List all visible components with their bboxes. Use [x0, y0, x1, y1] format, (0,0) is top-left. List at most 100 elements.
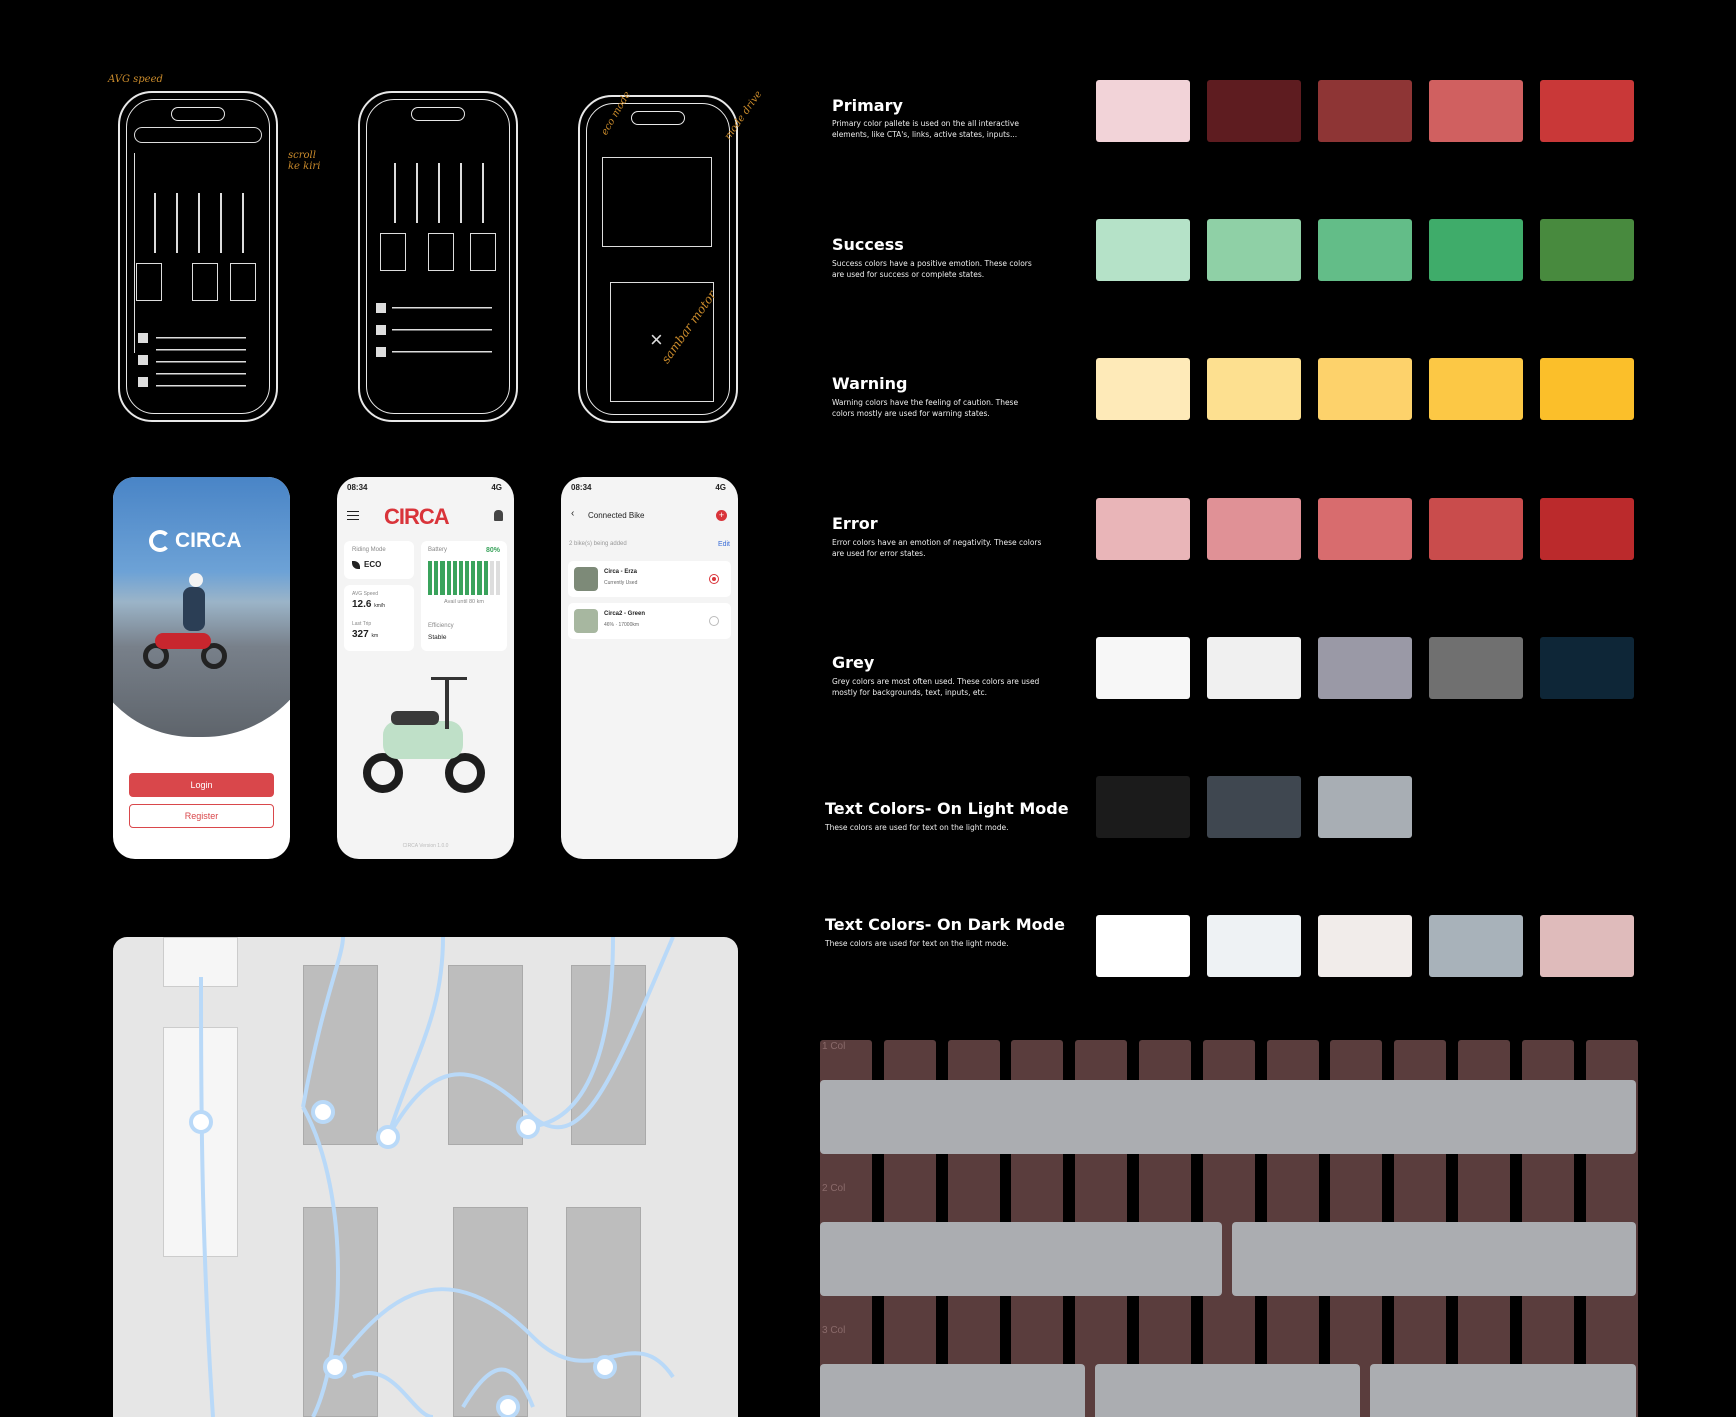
palette-desc: Primary color pallete is used on the all… [832, 119, 1019, 139]
color-swatch [1429, 915, 1523, 977]
sketch-phone-1 [118, 91, 278, 422]
status-time: 08:34 [347, 483, 368, 492]
hero-photo [113, 477, 290, 737]
edit-link[interactable]: Edit [718, 541, 730, 548]
palette-desc: Warning colors have the feeling of cauti… [832, 398, 1019, 418]
sketch-phone-2 [358, 91, 518, 422]
sketch-phone-3: × [578, 95, 738, 423]
battery-bar [483, 561, 488, 595]
color-swatch [1540, 80, 1634, 142]
efficiency-value: Stable [428, 634, 447, 641]
bike-list-item[interactable]: Circa2 - Green 46% · 17000km [568, 603, 731, 639]
battery-bar [477, 561, 482, 595]
riding-mode-card[interactable]: Riding Mode ECO [344, 541, 414, 579]
login-button[interactable]: Login [129, 773, 274, 797]
battery-bar [489, 561, 494, 595]
color-swatch [1318, 80, 1412, 142]
user-flow-canvas [113, 937, 738, 1417]
color-swatch [1207, 915, 1301, 977]
color-swatch [1318, 219, 1412, 281]
battery-avail: Avail until 80 km [444, 599, 484, 605]
color-swatch [1207, 80, 1301, 142]
color-swatch [1429, 637, 1523, 699]
add-bike-button[interactable]: + [716, 510, 727, 521]
battery-bar [440, 561, 445, 595]
palette-title: Text Colors- On Light Mode [825, 799, 1069, 818]
efficiency-label: Efficiency [428, 623, 454, 629]
color-swatch [1318, 358, 1412, 420]
battery-bar [428, 561, 433, 595]
sketch-note-scroll: scroll ke kiri [288, 150, 321, 172]
color-swatch [1096, 358, 1190, 420]
bike-count: 2 bike(s) being added [569, 541, 627, 547]
radio-selected[interactable] [709, 574, 719, 584]
grid-label-3-col: 3 Col [822, 1325, 846, 1336]
status-bar: 08:34 4G [347, 483, 502, 492]
bike-thumbnail [574, 567, 598, 591]
avg-speed-label: AVG Speed [352, 591, 379, 597]
last-trip-label: Last Trip [352, 621, 372, 627]
bike-sub: Currently Used [604, 580, 638, 586]
stats-card: AVG Speed 12.6 km/h Last Trip 327 km [344, 585, 414, 651]
notification-icon[interactable] [494, 510, 503, 521]
version-text: CIRCA Version 1.0.0 [402, 843, 449, 849]
color-swatch [1207, 358, 1301, 420]
color-swatch [1207, 776, 1301, 838]
color-swatch [1540, 915, 1634, 977]
color-swatch [1540, 498, 1634, 560]
color-swatch [1096, 80, 1190, 142]
riding-mode-label: Riding Mode [352, 547, 386, 553]
color-swatch [1096, 498, 1190, 560]
color-swatch [1207, 219, 1301, 281]
battery-bar [465, 561, 470, 595]
battery-label: Battery [428, 547, 448, 553]
grid-label-1-col: 1 Col [822, 1041, 846, 1052]
grid-block-3-col [820, 1364, 1085, 1417]
flow-connectors [189, 937, 675, 1417]
color-swatch [1318, 776, 1412, 838]
bike-name: Circa2 - Green [604, 611, 646, 617]
back-icon[interactable]: ‹ [571, 508, 574, 519]
palette-desc: These colors are used for text on the li… [825, 823, 1009, 832]
palette-title: Error [832, 514, 878, 533]
grid-block-1-col [820, 1080, 1636, 1154]
grid-block-3-col [1095, 1364, 1360, 1417]
palette-title: Grey [832, 653, 875, 672]
leaf-icon [352, 561, 360, 569]
menu-icon[interactable] [347, 511, 359, 520]
battery-card: Battery 80% Avail until 80 km Efficiency… [421, 541, 507, 651]
avg-speed-value: 12.6 km/h [352, 599, 386, 610]
motorbike-rider-image [143, 573, 233, 669]
color-swatch [1429, 358, 1523, 420]
status-signal: 4G [491, 483, 502, 492]
connected-bike-screen: 08:34 4G ‹ Connected Bike + 2 bike(s) be… [561, 477, 738, 859]
bike-thumbnail [574, 609, 598, 633]
status-bar: 08:34 4G [571, 483, 726, 492]
battery-bar [452, 561, 457, 595]
battery-percent: 80% [485, 547, 500, 554]
grid-block-3-col [1370, 1364, 1636, 1417]
battery-bar [471, 561, 476, 595]
palette-title: Success [832, 235, 904, 254]
color-swatch [1318, 637, 1412, 699]
grid-block-2-col [1232, 1222, 1636, 1296]
dashboard-logo: CIRCA [384, 504, 450, 529]
palette-title: Text Colors- On Dark Mode [825, 915, 1065, 934]
battery-bar [495, 561, 501, 595]
battery-bar [434, 561, 439, 595]
scooter-image [361, 677, 491, 807]
dashboard-screen: 08:34 4G CIRCA Riding Mode ECO Battery 8… [337, 477, 514, 859]
register-button[interactable]: Register [129, 804, 274, 828]
palette-desc: Grey colors are most often used. These c… [832, 677, 1040, 697]
radio-unselected[interactable] [709, 616, 719, 626]
palette-desc: These colors are used for text on the li… [825, 939, 1009, 948]
battery-bar [458, 561, 464, 595]
bike-list-item[interactable]: Circa - Erza Currently Used [568, 561, 731, 597]
riding-mode-value: ECO [364, 560, 382, 569]
color-swatch [1096, 219, 1190, 281]
color-swatch [1540, 358, 1634, 420]
palette-title: Warning [832, 374, 908, 393]
palette-desc: Success colors have a positive emotion. … [832, 259, 1032, 279]
palette-desc: Error colors have an emotion of negativi… [832, 538, 1042, 558]
last-trip-value: 327 km [352, 629, 379, 640]
